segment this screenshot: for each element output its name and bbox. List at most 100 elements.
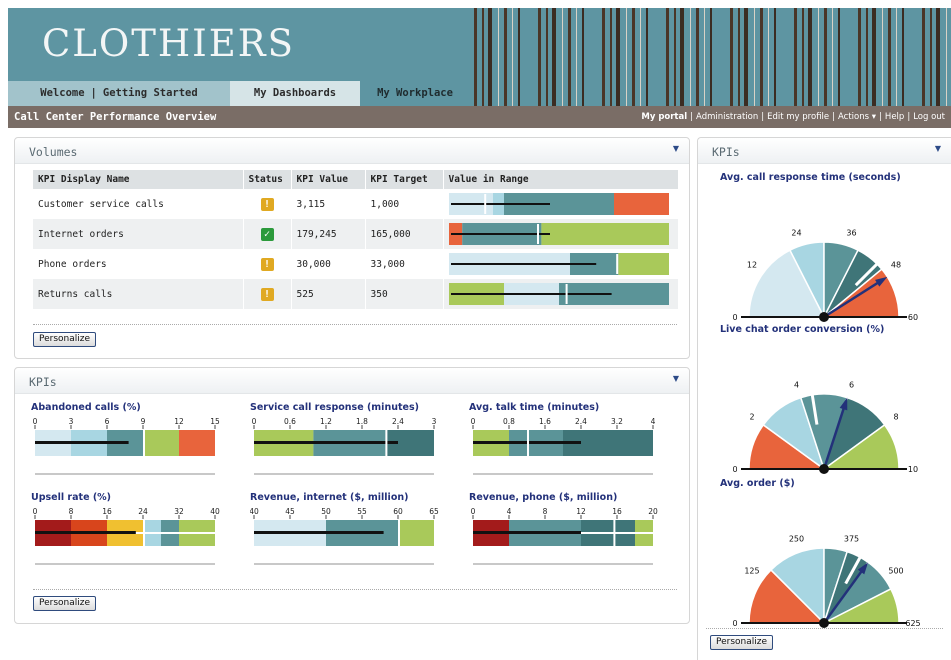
my-portal-link[interactable]: My portal xyxy=(641,112,687,122)
value-range xyxy=(448,283,671,305)
tick-label: 9 xyxy=(141,417,146,426)
administration-link[interactable]: Administration xyxy=(696,112,758,122)
kpi-target-cell: 165,000 xyxy=(365,219,444,249)
gauge-kpi[interactable]: Avg. call response time (seconds) 0 12 24 36… xyxy=(706,172,944,332)
table-row[interactable]: Phone orders! 30,000 33,000 xyxy=(33,249,679,279)
panel-collapse-icon[interactable]: ▼ xyxy=(673,374,679,383)
volumes-panel: Volumes ▼ KPI Display Name Status KPI Va… xyxy=(14,137,690,359)
gauge-tick-label: 250 xyxy=(789,534,804,543)
range-bullet-chart xyxy=(448,283,669,305)
divider xyxy=(33,324,677,325)
gauge-tick-label: 12 xyxy=(747,261,757,270)
tick-label: 50 xyxy=(321,507,331,516)
column-header[interactable]: KPI Target xyxy=(365,170,444,189)
range-band xyxy=(635,534,653,546)
status-cell: ! xyxy=(243,189,292,219)
gauge-kpi[interactable]: Live chat order conversion (%) 0 2 4 6 8 10 xyxy=(706,324,944,484)
range-bullet-chart xyxy=(448,223,669,245)
tick-label: 0 xyxy=(33,417,38,426)
nav-link-welcome[interactable]: Welcome xyxy=(40,87,84,99)
bullet-kpi[interactable]: Abandoned calls (%) 0 3 6 9 12 15 xyxy=(31,402,221,487)
page-titlebar: Call Center Performance Overview My port… xyxy=(8,106,951,128)
tick-label: 40 xyxy=(210,507,220,516)
actions-menu[interactable]: Actions ▾ xyxy=(838,112,876,122)
kpi-value-cell: 179,245 xyxy=(291,219,366,249)
tick-label: 16 xyxy=(612,507,622,516)
bullet-title: Revenue, phone ($, million) xyxy=(469,492,618,503)
volumes-table: KPI Display Name Status KPI Value KPI Ta… xyxy=(33,170,679,309)
gauge-chart: 0 2 4 6 8 10 xyxy=(732,380,918,474)
tick-label: 1.8 xyxy=(356,417,368,426)
logout-link[interactable]: Log out xyxy=(913,112,945,122)
column-header[interactable]: KPI Value xyxy=(291,170,366,189)
range-band xyxy=(540,223,669,245)
tick-label: 8 xyxy=(543,507,548,516)
bullet-kpi[interactable]: Service call response (minutes) 0 0.6 1.2 1.… xyxy=(250,402,440,487)
gauge-tick-label: 24 xyxy=(791,228,801,237)
gauge-tick-label: 0 xyxy=(732,619,737,628)
table-row[interactable]: Customer service calls! 3,115 1,000 xyxy=(33,189,679,219)
tick-label: 60 xyxy=(393,507,403,516)
tick-label: 4 xyxy=(507,507,512,516)
panel-header: Volumes ▼ xyxy=(15,138,689,164)
value-range xyxy=(448,193,671,215)
help-link[interactable]: Help xyxy=(885,112,904,122)
column-header[interactable]: KPI Display Name xyxy=(33,170,244,189)
range-band xyxy=(473,534,509,546)
bullet-title: Upsell rate (%) xyxy=(31,492,112,503)
gauge-chart: 0 12 24 36 48 60 xyxy=(732,228,918,322)
gauge-pivot xyxy=(819,618,829,628)
edit-profile-link[interactable]: Edit my profile xyxy=(767,112,829,122)
bullet-kpi[interactable]: Upsell rate (%) 0 8 16 24 32 40 xyxy=(31,492,221,577)
column-header[interactable]: Value in Range xyxy=(443,170,679,189)
range-band xyxy=(161,534,179,546)
tick-label: 1.6 xyxy=(539,417,551,426)
personalize-button[interactable]: Personalize xyxy=(33,596,97,611)
panel-collapse-icon[interactable]: ▼ xyxy=(673,144,679,153)
range-band xyxy=(143,534,161,546)
range-band xyxy=(509,520,581,532)
panel-collapse-icon[interactable]: ▼ xyxy=(935,144,941,153)
bullet-chart: 0 0.8 1.6 2.4 3.2 4 xyxy=(471,417,656,475)
column-header[interactable]: Status xyxy=(243,170,292,189)
table-row[interactable]: Internet orders ✓ 179,245 165,000 xyxy=(33,219,679,249)
measure-bar xyxy=(35,531,136,534)
tick-label: 0 xyxy=(33,507,38,516)
range-band xyxy=(581,520,635,532)
site-header: CLOTHIERS Welcome | Getting Started My Das… xyxy=(8,8,951,106)
tick-label: 20 xyxy=(648,507,658,516)
nav-tab-my-workplace[interactable]: My Workplace xyxy=(360,81,470,106)
value-range-cell xyxy=(443,249,679,279)
panel-header: KPIs ▼ xyxy=(698,138,951,164)
personalize-button[interactable]: Personalize xyxy=(710,635,774,650)
personalize-button[interactable]: Personalize xyxy=(33,332,97,347)
kpi-value-cell: 3,115 xyxy=(291,189,366,219)
target-tick xyxy=(143,519,145,547)
target-tick xyxy=(483,194,486,214)
gauge-kpi[interactable]: Avg. order ($) 0 125 250 375 500 625 xyxy=(706,478,944,638)
tick-label: 0.6 xyxy=(284,417,296,426)
bullet-kpi[interactable]: Revenue, internet ($, million) 40 45 50 55 60… xyxy=(250,492,440,577)
tick-label: 0.8 xyxy=(503,417,515,426)
tick-label: 8 xyxy=(69,507,74,516)
target-tick xyxy=(615,254,618,274)
tick-label: 32 xyxy=(174,507,184,516)
tick-label: 2.4 xyxy=(392,417,404,426)
tick-label: 24 xyxy=(138,507,148,516)
tick-label: 12 xyxy=(174,417,184,426)
range-band xyxy=(35,520,71,532)
nav-tab-my-dashboards[interactable]: My Dashboards xyxy=(230,81,360,106)
bullet-kpi[interactable]: Revenue, phone ($, million) 0 4 8 12 16 20 xyxy=(469,492,659,577)
bullet-chart: 40 45 50 55 60 65 xyxy=(250,507,439,565)
target-tick xyxy=(536,224,539,244)
status-warning-icon: ! xyxy=(260,257,274,271)
tick-label: 3 xyxy=(432,417,437,426)
gauge-tick-label: 8 xyxy=(893,413,898,422)
value-range xyxy=(448,223,671,245)
range-band xyxy=(179,534,215,546)
nav-link-getting-started[interactable]: Getting Started xyxy=(103,87,198,99)
range-band xyxy=(617,253,669,275)
table-row[interactable]: Returns calls! 525 350 xyxy=(33,279,679,309)
value-range xyxy=(448,253,671,275)
bullet-kpi[interactable]: Avg. talk time (minutes) 0 0.8 1.6 2.4 3.2 4 xyxy=(469,402,659,487)
